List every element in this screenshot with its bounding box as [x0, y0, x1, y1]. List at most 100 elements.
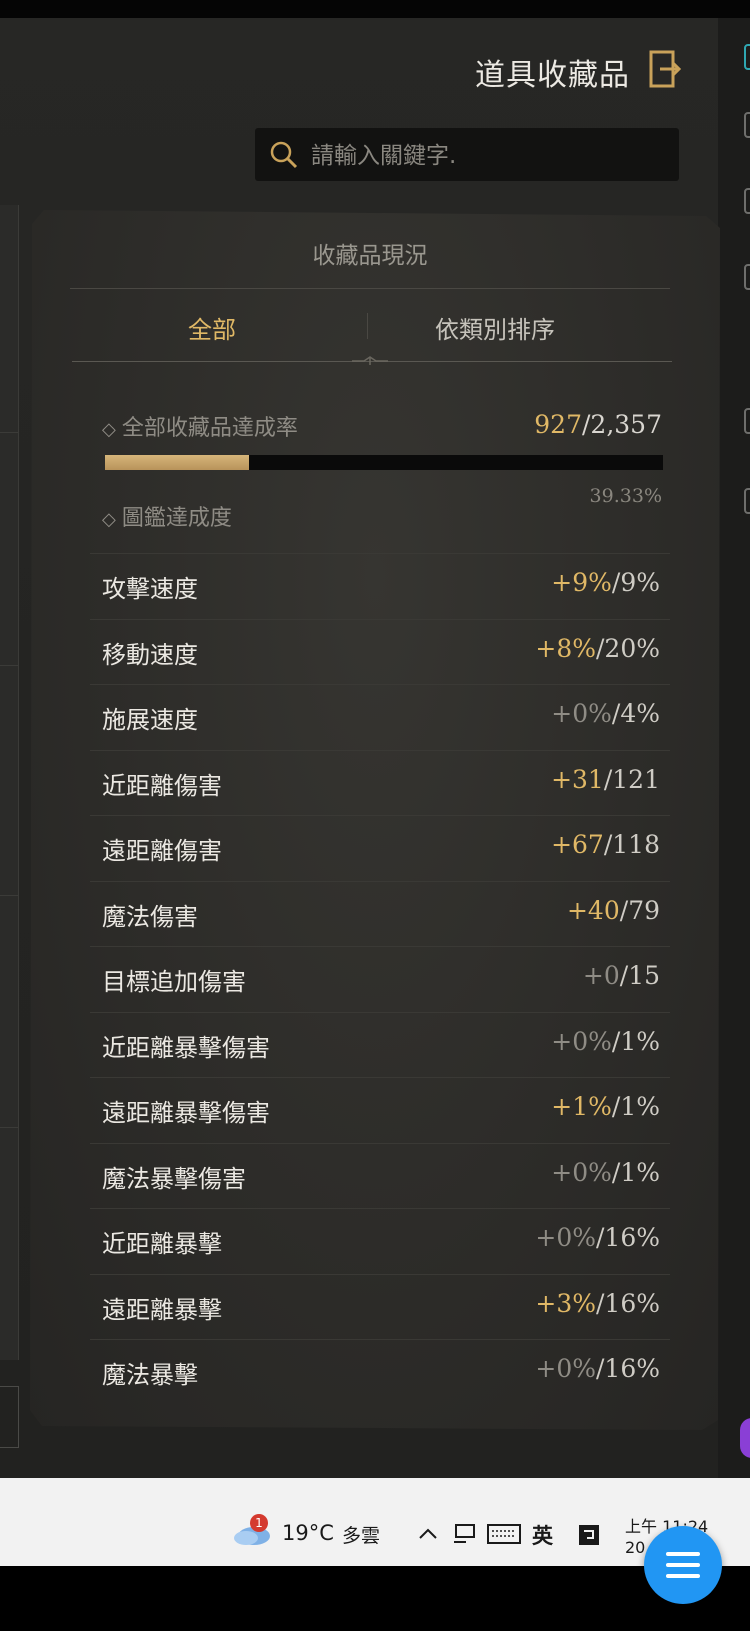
- menu-line: [666, 1552, 700, 1556]
- page-title: 道具收藏品: [475, 58, 630, 93]
- stat-separator: /: [619, 961, 629, 990]
- clock-date[interactable]: 20: [625, 1538, 645, 1557]
- keyboard-icon[interactable]: [487, 1524, 521, 1544]
- total-count: 927/2,357: [480, 410, 662, 439]
- codex-label-text: 圖鑑達成度: [121, 506, 232, 531]
- side-slot-icon[interactable]: [744, 408, 750, 434]
- stat-row: 目標追加傷害 +0/15: [90, 946, 670, 1011]
- stat-label: 施展速度: [102, 706, 198, 734]
- stat-bonus: +1%: [551, 1092, 612, 1121]
- top-strip: [0, 0, 750, 18]
- side-slot-icon[interactable]: [744, 112, 750, 138]
- bottom-bar: [0, 1566, 750, 1631]
- side-slot-icon[interactable]: [744, 264, 750, 290]
- divider: [0, 432, 18, 433]
- progress-fill: [105, 455, 249, 470]
- stat-bonus: +0: [582, 961, 620, 990]
- stat-value: +0%/4%: [551, 699, 660, 728]
- stat-cap: 9%: [620, 568, 660, 597]
- stat-value: +0/15: [583, 961, 660, 990]
- stat-bonus: +0%: [551, 699, 612, 728]
- stat-separator: /: [619, 895, 629, 925]
- stat-label: 魔法暴擊傷害: [102, 1164, 246, 1193]
- stat-label: 遠距離暴擊傷害: [102, 1099, 270, 1127]
- tab-sort-by-category[interactable]: 依類別排序: [355, 310, 635, 345]
- stat-value: +1%/1%: [551, 1092, 660, 1121]
- total-current: 927: [534, 410, 582, 439]
- stat-label: 遠距離暴擊: [102, 1295, 222, 1324]
- achievement-percent: 39.33%: [589, 485, 662, 507]
- stat-row: 魔法暴擊傷害 +0%/1%: [90, 1142, 670, 1208]
- divider: [0, 895, 18, 896]
- side-slot-icon[interactable]: [744, 44, 750, 70]
- stat-cap: 1%: [620, 1026, 660, 1056]
- stat-row: 遠距離暴擊 +3%/16%: [90, 1273, 670, 1339]
- stat-bonus: +3%: [535, 1288, 596, 1318]
- diamond-icon: ◇: [102, 419, 116, 440]
- left-panel-button[interactable]: [0, 1386, 19, 1448]
- stat-cap: 118: [612, 830, 660, 859]
- chevron-up-icon[interactable]: [418, 1526, 438, 1542]
- total-achievement-label: ◇ 全部收藏品達成率: [102, 410, 298, 442]
- weather-status[interactable]: 多雲: [342, 1521, 380, 1548]
- total-label-text: 全部收藏品達成率: [121, 416, 298, 441]
- stat-value: +9%/9%: [551, 568, 660, 597]
- divider: [0, 1127, 18, 1128]
- stat-bonus: +31: [551, 764, 604, 794]
- exit-door-icon[interactable]: [648, 49, 682, 89]
- achievement-progress-bar: [105, 455, 663, 470]
- stat-value: +31/121: [551, 765, 660, 794]
- stat-bonus: +0%: [535, 1223, 596, 1252]
- stat-bonus: +0%: [551, 1026, 612, 1056]
- stat-bonus: +40: [566, 895, 620, 925]
- stat-bonus: +8%: [535, 633, 596, 663]
- stat-cap: 16%: [604, 1288, 660, 1318]
- stat-value: +0%/16%: [535, 1223, 660, 1252]
- stat-row: 魔法傷害 +40/79: [90, 880, 670, 946]
- total-max: 2,357: [590, 410, 662, 439]
- stat-row: 攻擊速度 +9%/9%: [90, 553, 670, 618]
- side-slot-icon[interactable]: [744, 488, 750, 514]
- notes-icon[interactable]: [578, 1524, 600, 1546]
- collection-status-panel: 收藏品現況 全部 依類別排序 ◇ 全部收藏品達成率 927/2,357 39.33…: [30, 210, 720, 1430]
- stat-cap: 1%: [620, 1092, 660, 1121]
- panel-header: 收藏品現況: [312, 243, 428, 269]
- stat-row: 魔法暴擊 +0%/16%: [90, 1339, 670, 1404]
- stat-cap: 15: [628, 961, 660, 990]
- stat-label: 魔法傷害: [102, 902, 198, 931]
- stat-row: 近距離傷害 +31/121: [90, 749, 670, 815]
- stat-row: 近距離暴擊 +0%/16%: [90, 1208, 670, 1273]
- temperature[interactable]: 19°C: [282, 1521, 334, 1545]
- right-side-strip: [718, 18, 750, 1478]
- stat-value: +3%/16%: [535, 1289, 660, 1318]
- stat-value: +67/118: [551, 830, 660, 859]
- stat-cap: 20%: [604, 633, 660, 663]
- divider: [70, 288, 670, 289]
- stat-value: +0%/1%: [551, 1158, 660, 1187]
- stat-value: +0%/1%: [551, 1027, 660, 1056]
- stat-cap: 16%: [604, 1354, 660, 1383]
- stat-label: 移動速度: [102, 640, 198, 669]
- stat-cap: 4%: [620, 699, 660, 728]
- stat-value: +40/79: [567, 896, 660, 925]
- side-slot-icon[interactable]: [744, 188, 750, 214]
- stat-label: 攻擊速度: [102, 575, 198, 603]
- stat-value: +8%/20%: [535, 634, 660, 663]
- search-bar[interactable]: [255, 128, 679, 183]
- search-input[interactable]: [309, 128, 663, 183]
- codex-achievement-label: ◇ 圖鑑達成度: [102, 500, 232, 532]
- network-icon[interactable]: [452, 1523, 476, 1545]
- purple-orb-icon[interactable]: [740, 1418, 750, 1458]
- stat-label: 魔法暴擊: [102, 1361, 198, 1389]
- stat-bonus: +9%: [551, 568, 612, 597]
- divider: [0, 665, 18, 666]
- tab-all[interactable]: 全部: [72, 310, 352, 345]
- stat-cap: 121: [612, 764, 660, 794]
- stat-label: 近距離暴擊傷害: [102, 1033, 270, 1062]
- menu-fab-button[interactable]: [644, 1526, 722, 1604]
- stat-bonus: +0%: [535, 1354, 596, 1383]
- stat-label: 近距離暴擊: [102, 1230, 222, 1258]
- stat-row: 近距離暴擊傷害 +0%/1%: [90, 1011, 670, 1077]
- stat-label: 近距離傷害: [102, 771, 222, 800]
- ime-indicator[interactable]: 英: [532, 1520, 553, 1550]
